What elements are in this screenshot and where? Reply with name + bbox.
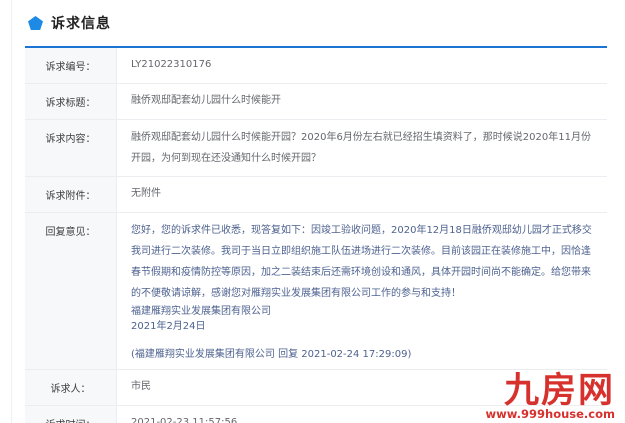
table-row-complaint-time: 诉求时间： 2021-02-23 11:57:56	[25, 406, 607, 423]
reply-timestamp: (福建雁翔实业发展集团有限公司 回复 2021-02-24 17:29:09)	[131, 349, 412, 360]
complaint-title-label: 诉求标题：	[25, 84, 117, 119]
complaint-info-table: 诉求编号： LY21022310176 诉求标题： 融侨观邸配套幼儿园什么时候能…	[25, 46, 607, 423]
complaint-id-label: 诉求编号：	[25, 48, 117, 83]
table-row-reply: 回复意见： 您好，您的诉求件已收悉，现答复如下：因竣工验收问题，2020年12月…	[25, 213, 607, 370]
complaint-content-label: 诉求内容：	[25, 120, 117, 176]
table-row-complaint-attachment: 诉求附件： 无附件	[25, 177, 607, 213]
reply-company: 福建雁翔实业发展集团有限公司	[131, 306, 271, 317]
complaint-id-value: LY21022310176	[131, 59, 212, 70]
complaint-detail-page: 诉求信息 诉求编号： LY21022310176 诉求标题： 融侨观邸配套幼儿园…	[0, 0, 625, 423]
complainant-value: 市民	[131, 381, 151, 392]
table-row-complaint-id: 诉求编号： LY21022310176	[25, 48, 607, 84]
complaint-attachment-label: 诉求附件：	[25, 177, 117, 212]
complaint-attachment-value: 无附件	[131, 188, 161, 199]
complaint-title-value: 融侨观邸配套幼儿园什么时候能开	[131, 95, 281, 106]
table-row-complainant: 诉求人： 市民	[25, 370, 607, 406]
reply-value: 您好，您的诉求件已收悉，现答复如下：因竣工验收问题，2020年12月18日融侨观…	[117, 213, 607, 369]
table-row-complaint-content: 诉求内容： 融侨观邸配套幼儿园什么时候能开园？2020年6月份左右就已经招生填资…	[25, 120, 607, 177]
complaint-time-label: 诉求时间：	[25, 406, 117, 423]
pentagon-icon	[28, 16, 43, 30]
table-row-complaint-title: 诉求标题： 融侨观邸配套幼儿园什么时候能开	[25, 84, 607, 120]
reply-date: 2021年2月24日	[131, 321, 206, 332]
page-header: 诉求信息	[28, 12, 625, 34]
reply-paragraph: 您好，您的诉求件已收悉，现答复如下：因竣工验收问题，2020年12月18日融侨观…	[131, 225, 592, 299]
reply-label: 回复意见：	[25, 213, 117, 369]
complaint-content-value: 融侨观邸配套幼儿园什么时候能开园？2020年6月份左右就已经招生填资料了，那时候…	[131, 132, 591, 164]
complainant-label: 诉求人：	[25, 370, 117, 405]
complaint-time-value: 2021-02-23 11:57:56	[131, 417, 238, 423]
page-title: 诉求信息	[51, 16, 111, 32]
